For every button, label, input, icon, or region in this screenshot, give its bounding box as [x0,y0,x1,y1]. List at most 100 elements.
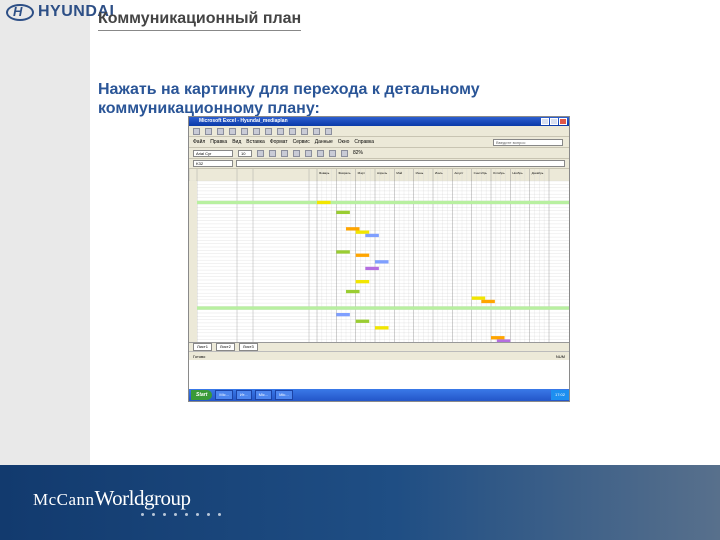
close-icon [559,118,567,125]
windows-taskbar: Start Mic... Ит... Mic... Mic... 17:02 [189,389,569,401]
schedule-bar [496,339,511,342]
font-size-box: 10 [238,149,252,157]
taskbar-item: Mic... [275,390,293,400]
sheet-tab-1: Лист1 [193,343,212,351]
dot [207,513,210,516]
italic-icon [269,149,276,157]
sheet-tabs: Лист1 Лист2 Лист3 [189,342,569,351]
spellcheck-icon [253,127,260,135]
zoom-level: 82% [353,150,364,156]
undo-icon [301,127,308,135]
schedule-bar [355,280,370,284]
schedule-bar [491,336,505,340]
bold-icon [257,149,264,157]
spreadsheet-grid-svg: Январь Февраль Март Апрель Май Июнь Июль Август… [189,169,569,342]
excel-menu-bar: Файл Правка Вид Вставка Формат Сервис Да… [189,137,569,148]
decorative-dots [141,513,221,516]
month-header: Май [396,171,402,175]
excel-formula-bar: K32 [189,159,569,169]
month-header: Сентябрь [474,171,488,175]
taskbar-item: Ит... [235,390,252,400]
instruction-text: Нажать на картинку для перехода к деталь… [98,81,480,117]
spreadsheet-grid: Январь Февраль Март Апрель Май Июнь Июль Август… [189,169,569,342]
preview-icon [241,127,248,135]
schedule-bar [346,227,360,231]
schedule-bar [375,326,389,330]
minimize-icon [541,118,549,125]
schedule-bar [336,250,350,254]
fill-color-icon [329,149,336,157]
month-header: Июль [435,171,443,175]
month-header: Декабрь [532,171,544,175]
schedule-bar [481,299,495,304]
month-header: Март [358,171,366,175]
sheet-tab-2: Лист2 [215,343,235,351]
schedule-bar [336,210,350,214]
status-right: NUM [555,353,565,359]
menu-format: Формат [269,139,288,145]
cell-name-box: K32 [193,160,233,167]
status-left: Готово [193,353,206,359]
page-title: Коммуникационный план [98,10,302,31]
dot [218,513,221,516]
copy-icon [277,127,284,135]
excel-screenshot-link[interactable]: Microsoft Excel - Hyundai_mediaplan Файл… [188,116,570,402]
dot [196,513,199,516]
month-header: Ноябрь [512,171,523,175]
dot [185,513,188,516]
menu-tools: Сервис [292,139,310,145]
highlight-row [197,200,569,205]
new-icon [193,127,200,135]
paste-icon [289,127,296,135]
excel-title-bar: Microsoft Excel - Hyundai_mediaplan [189,117,569,126]
open-icon [205,127,212,135]
month-header: Январь [319,171,330,175]
print-icon [229,127,236,135]
underline-icon [281,149,288,157]
schedule-bar [375,260,389,264]
align-left-icon [293,149,300,157]
schedule-bar [355,319,370,323]
cut-icon [265,127,272,135]
schedule-bar [365,266,379,271]
font-name-box: Arial Cyr [193,149,233,157]
start-button: Start [191,390,213,400]
chart-icon [325,127,332,135]
menu-window: Окно [337,139,350,145]
font-color-icon [341,149,348,157]
month-header: Октябрь [493,171,505,175]
dot [141,513,144,516]
menu-help: Справка [354,139,375,145]
align-center-icon [305,149,312,157]
taskbar-item: Mic... [254,390,273,400]
excel-format-toolbar: Arial Cyr 10 82% [189,148,569,159]
month-header: Февраль [338,171,351,175]
excel-toolbar [189,126,569,137]
menu-file: Файл [193,139,206,145]
menu-view: Вид [232,139,242,145]
mccann-worldgroup-logo: McCannWorldgroup [33,486,191,511]
month-header: Апрель [377,171,388,175]
excel-window-title: Microsoft Excel - Hyundai_mediaplan [199,118,288,124]
save-icon [217,127,224,135]
row-header-column [189,181,197,342]
maximize-icon [550,118,558,125]
formula-input [236,160,565,167]
schedule-bar [336,313,350,317]
worldgroup-text: Worldgroup [94,486,191,510]
help-search-box: Введите вопрос [493,138,563,146]
menu-edit: Правка [210,139,228,145]
dot [152,513,155,516]
highlight-row [197,306,569,310]
menu-data: Данные [314,139,333,145]
dot [163,513,166,516]
dot [174,513,177,516]
menu-insert: Вставка [246,139,265,145]
sheet-tab-3: Лист3 [238,343,258,351]
schedule-bar [355,230,370,234]
mccann-text: McCann [33,490,95,509]
schedule-bar [346,289,360,294]
schedule-bar [471,296,486,300]
excel-status-bar: Готово NUM [189,351,569,360]
hyundai-logo-icon [6,3,34,21]
